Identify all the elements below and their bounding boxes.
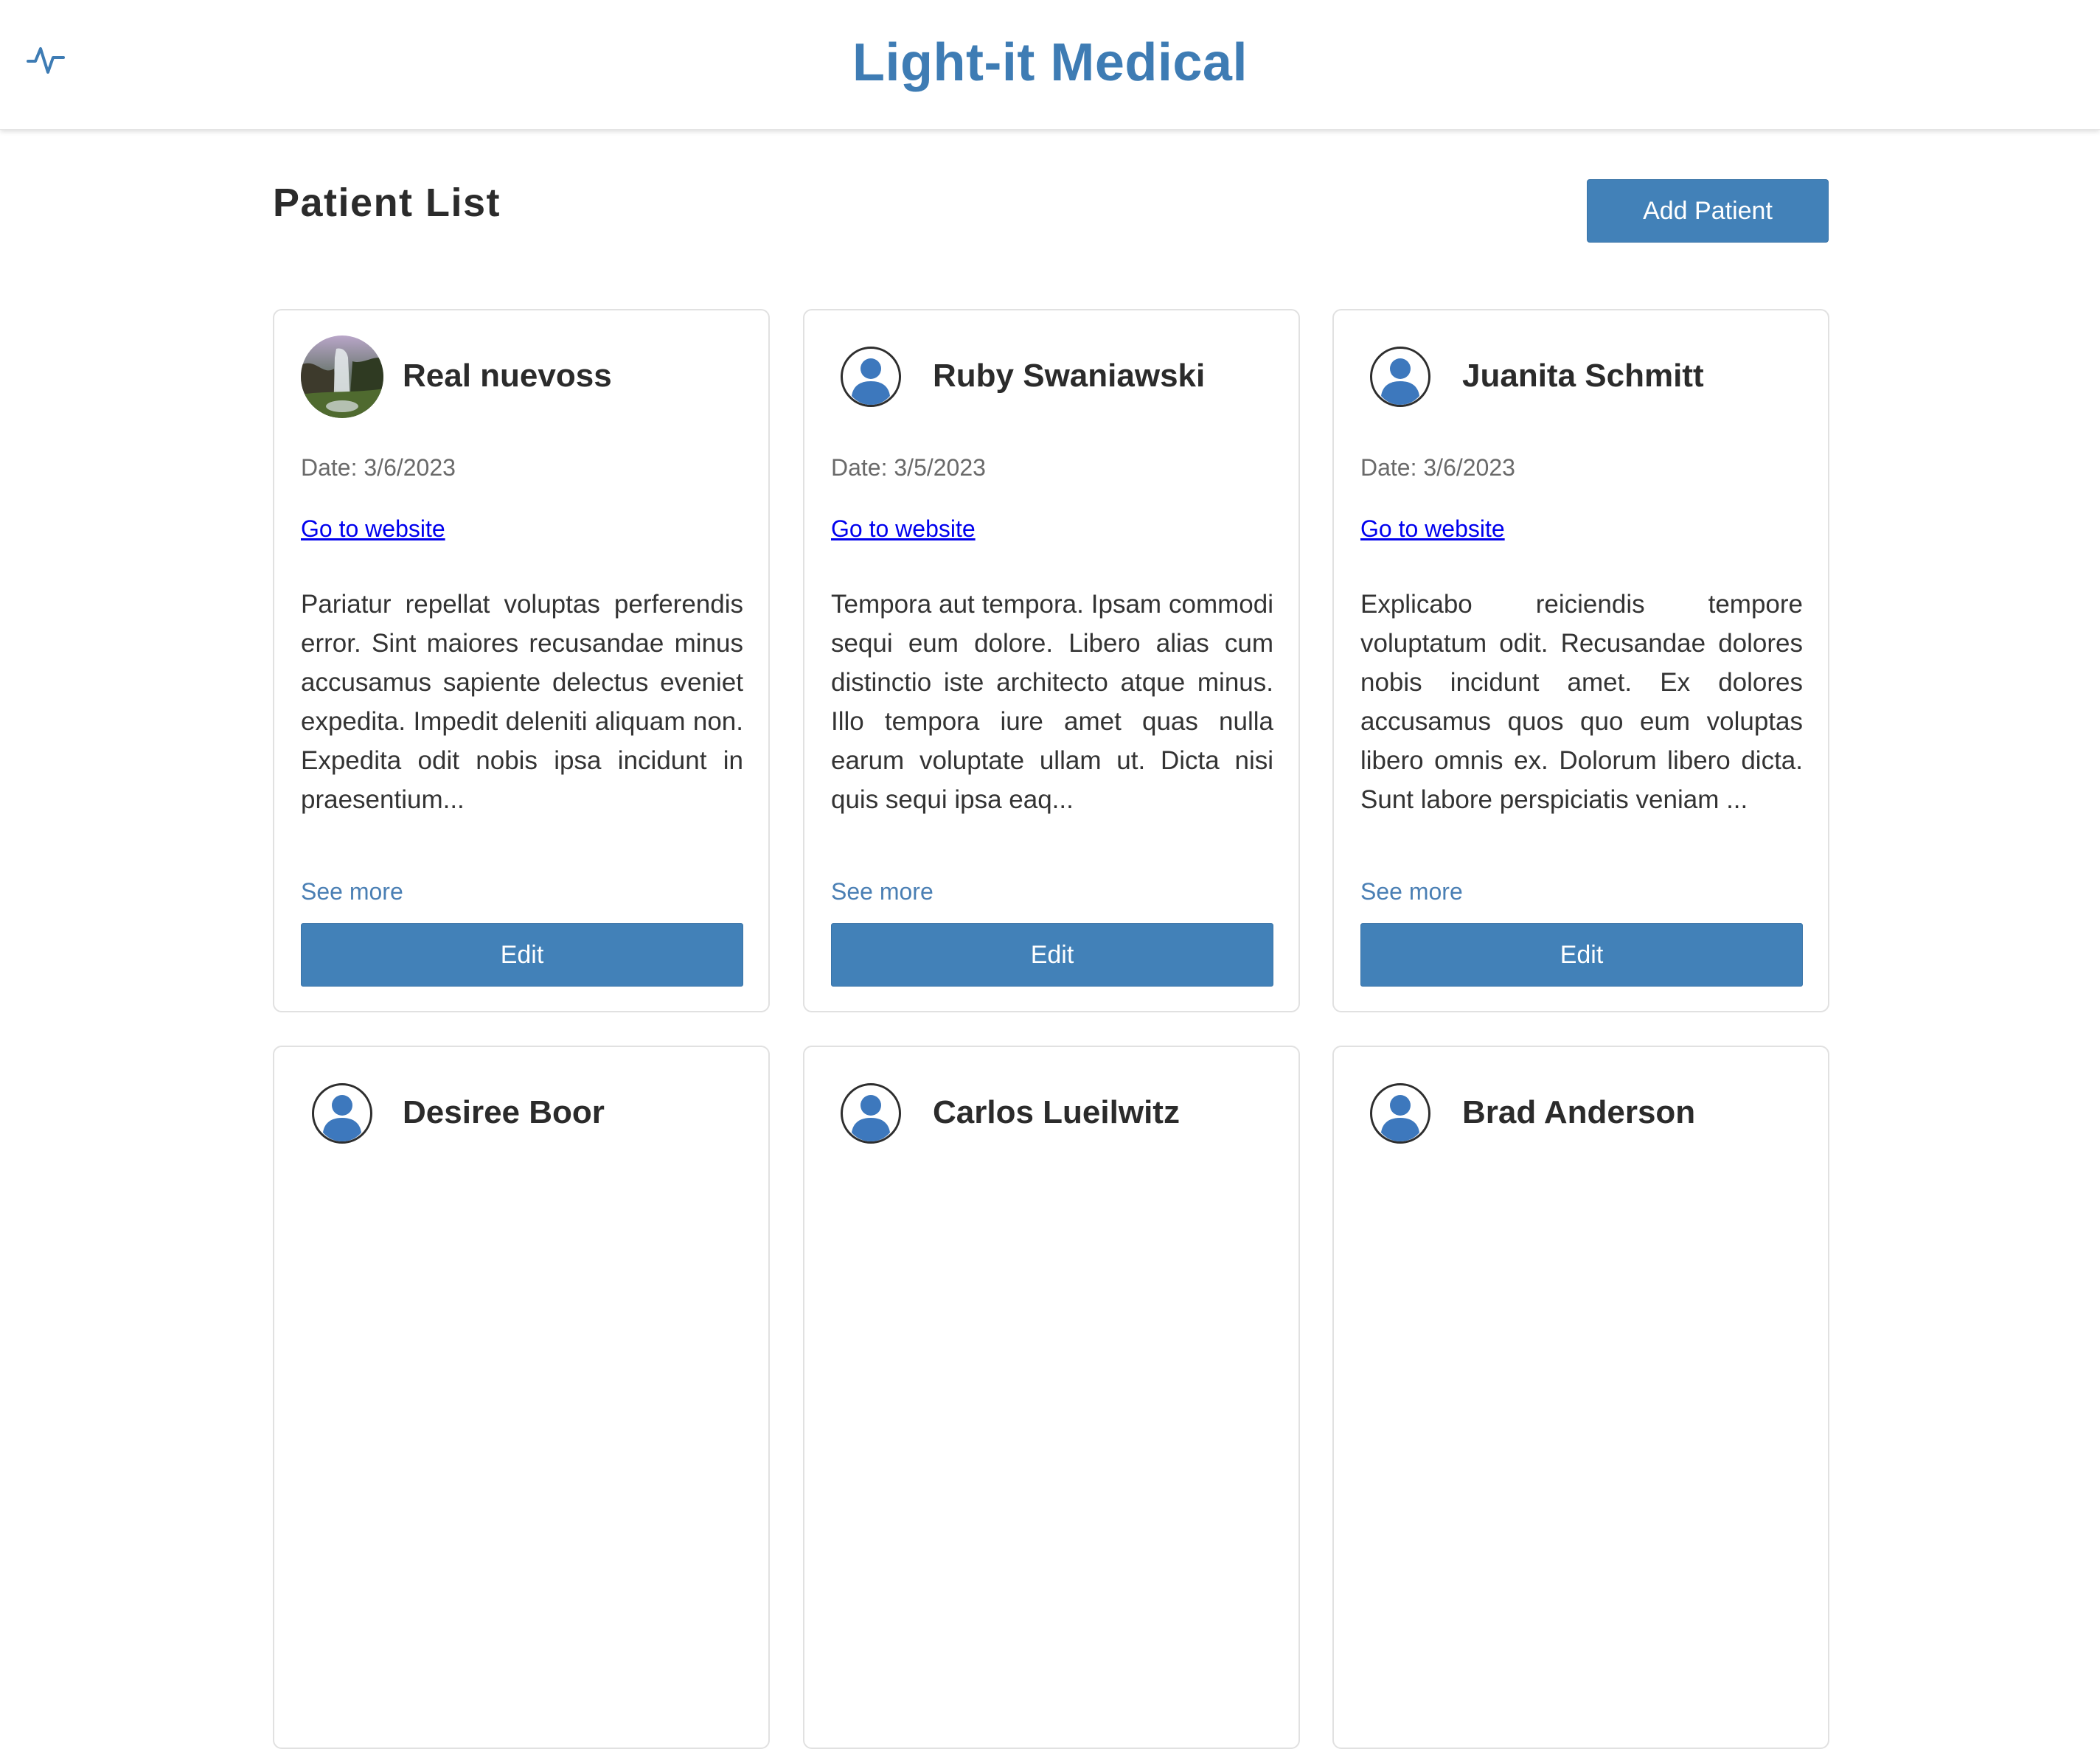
patient-photo <box>301 335 383 418</box>
patient-date: Date: 3/6/2023 <box>301 454 456 481</box>
patient-name: Real nuevoss <box>403 358 612 394</box>
user-avatar-icon <box>840 346 902 408</box>
top-navbar: Light-it Medical <box>0 0 2100 130</box>
add-patient-button[interactable]: Add Patient <box>1587 179 1829 243</box>
app-title: Light-it Medical <box>852 33 1248 92</box>
see-more-link[interactable]: See more <box>1360 878 1463 905</box>
edit-button[interactable]: Edit <box>1360 923 1803 987</box>
patient-card: Desiree Boor <box>273 1046 770 1749</box>
patient-name: Carlos Lueilwitz <box>933 1094 1180 1130</box>
patient-card: Real nuevoss Date: 3/6/2023 Go to websit… <box>273 309 770 1012</box>
patient-name: Ruby Swaniawski <box>933 358 1206 394</box>
patient-date: Date: 3/5/2023 <box>831 454 986 481</box>
go-to-website-link[interactable]: Go to website <box>301 515 445 543</box>
patient-list-page: Patient List Add Patient Real nuevoss Da… <box>273 130 1830 1749</box>
go-to-website-link[interactable]: Go to website <box>1360 515 1505 543</box>
see-more-link[interactable]: See more <box>301 878 403 905</box>
patient-description: Pariatur repellat voluptas perferendis e… <box>301 590 743 814</box>
user-avatar-icon <box>1369 1082 1431 1144</box>
edit-button[interactable]: Edit <box>301 923 743 987</box>
patient-description: Explicabo reiciendis tempore voluptatum … <box>1360 590 1803 814</box>
user-avatar-icon <box>840 1082 902 1144</box>
user-avatar-icon <box>1369 346 1431 408</box>
patient-card: Carlos Lueilwitz <box>803 1046 1300 1749</box>
see-more-link[interactable]: See more <box>831 878 933 905</box>
page-title: Patient List <box>273 181 501 225</box>
patient-name: Desiree Boor <box>403 1094 605 1130</box>
patient-name: Brad Anderson <box>1462 1094 1696 1130</box>
edit-button[interactable]: Edit <box>831 923 1273 987</box>
patient-description: Tempora aut tempora. Ipsam commodi sequi… <box>831 590 1273 814</box>
patient-card: Ruby Swaniawski Date: 3/5/2023 Go to web… <box>803 309 1300 1012</box>
user-avatar-icon <box>311 1082 373 1144</box>
patient-card: Brad Anderson <box>1332 1046 1829 1749</box>
go-to-website-link[interactable]: Go to website <box>831 515 976 543</box>
patient-name: Juanita Schmitt <box>1462 358 1704 394</box>
patient-card: Juanita Schmitt Date: 3/6/2023 Go to web… <box>1332 309 1829 1012</box>
patient-date: Date: 3/6/2023 <box>1360 454 1515 481</box>
